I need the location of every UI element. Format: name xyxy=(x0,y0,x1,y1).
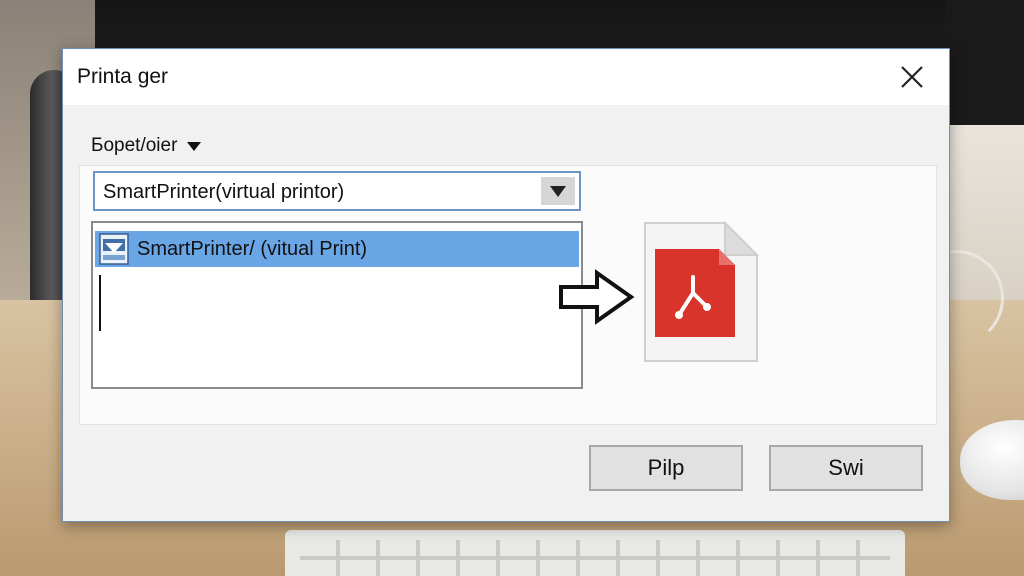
section-label-text: Бopet/oier xyxy=(91,135,178,156)
dialog-titlebar: Printa ger xyxy=(63,49,949,105)
keyboard-keys xyxy=(300,540,890,576)
printer-icon xyxy=(99,233,129,265)
arrow-right-icon xyxy=(559,269,635,325)
secondary-button[interactable]: Swi xyxy=(769,445,923,491)
printer-list-item[interactable]: SmartPrinter/ (vitual Print) xyxy=(95,231,579,267)
printer-select-dropdown-button[interactable] xyxy=(541,177,575,205)
chevron-down-icon xyxy=(187,141,202,151)
dialog-title: Printa ger xyxy=(77,65,169,88)
print-dialog: Printa ger Бopet/oier SmartPrinter(virtu… xyxy=(62,48,950,522)
monitor-edge xyxy=(945,0,1024,130)
printer-select-value: SmartPrinter(virtual printor) xyxy=(103,181,345,203)
pdf-file-icon xyxy=(644,220,760,362)
close-button[interactable] xyxy=(893,59,931,95)
printer-listbox[interactable]: SmartPrinter/ (vitual Print) xyxy=(91,221,583,389)
primary-button[interactable]: Pilp xyxy=(589,445,743,491)
desk-photo-background: Printa ger Бopet/oier SmartPrinter(virtu… xyxy=(0,0,1024,576)
printer-select[interactable]: SmartPrinter(virtual printor) xyxy=(93,171,581,211)
text-caret xyxy=(99,275,101,331)
close-icon xyxy=(901,66,923,88)
printer-list-item-label: SmartPrinter/ (vitual Print) xyxy=(137,237,368,260)
printer-section-label[interactable]: Бopet/oier xyxy=(91,135,202,157)
chevron-down-icon xyxy=(550,185,566,197)
